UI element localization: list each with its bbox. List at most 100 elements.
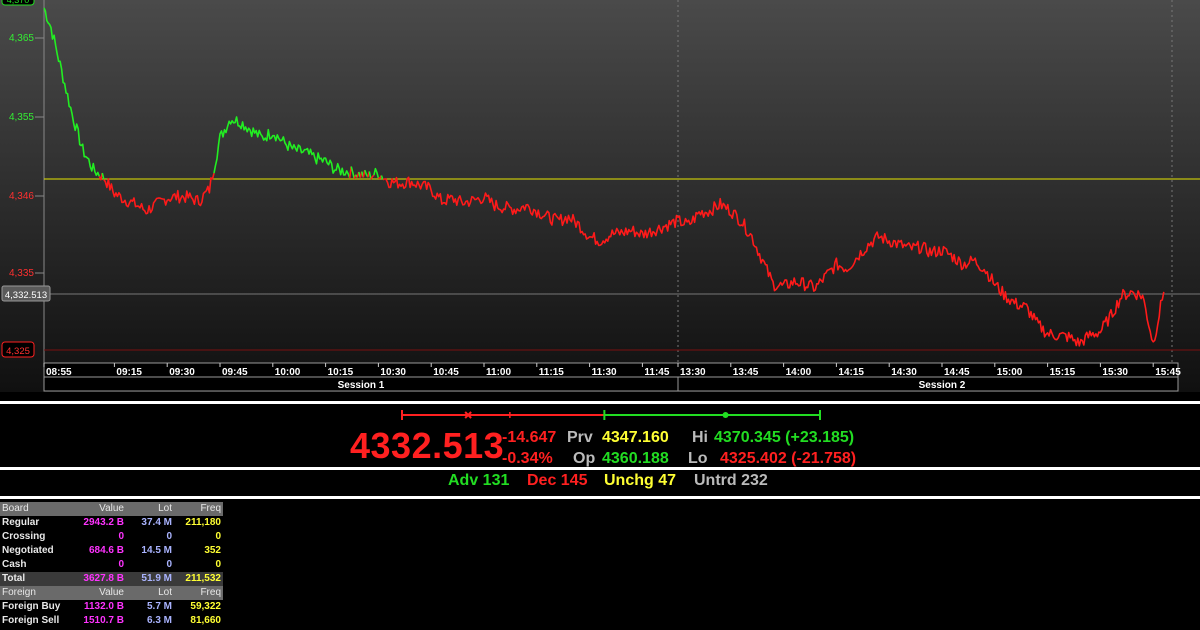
change-percent: -0.34% xyxy=(502,450,553,467)
high-badge-text: 4,370 xyxy=(7,0,30,5)
row-label: Foreign Sell xyxy=(2,615,60,626)
row-value: 0 xyxy=(118,531,124,542)
row-freq: 211,180 xyxy=(185,517,221,528)
range-open-mark xyxy=(722,412,729,418)
x-tick-label: 13:30 xyxy=(680,367,706,378)
x-tick-label: 10:45 xyxy=(433,367,459,378)
x-tick-label: 14:15 xyxy=(838,367,864,378)
total-freq: 211,532 xyxy=(174,572,223,586)
divider-middle xyxy=(0,467,1200,470)
y-tick-label: 4,335 xyxy=(9,268,34,279)
untraded: Untrd 232 xyxy=(694,472,768,489)
x-tick-label: 10:30 xyxy=(380,367,406,378)
table-row: Cash 0 0 0 xyxy=(0,558,223,572)
row-freq: 0 xyxy=(215,531,221,542)
x-tick-label: 11:45 xyxy=(644,367,669,378)
x-tick-label: 09:45 xyxy=(222,367,248,378)
x-tick-label: 15:15 xyxy=(1050,367,1076,378)
table-row: Regular 2943.2 B 37.4 M 211,180 xyxy=(0,516,223,530)
foreign-header-row: Foreign Value Lot Freq xyxy=(0,586,223,600)
high-label: Hi xyxy=(692,429,708,446)
total-lot: 51.9 M xyxy=(126,572,174,586)
row-value: 684.6 B xyxy=(88,545,124,556)
row-value: 2943.2 B xyxy=(83,517,124,528)
header-lot: Lot xyxy=(126,586,174,600)
row-value: 0 xyxy=(118,559,124,570)
x-tick-label: 10:00 xyxy=(275,367,301,378)
y-tick-label: 4,346 xyxy=(9,191,34,202)
open-value: 4360.188 xyxy=(602,450,669,467)
x-tick-label: 09:30 xyxy=(169,367,195,378)
row-value: 1510.7 B xyxy=(83,615,124,626)
divider-bottom xyxy=(0,496,1200,499)
x-tick-label: 14:30 xyxy=(891,367,917,378)
board-summary-table: Board Value Lot Freq Regular 2943.2 B 37… xyxy=(0,502,223,628)
low-badge-text: 4,325 xyxy=(6,346,30,357)
header-foreign: Foreign xyxy=(0,586,74,600)
x-tick-label: 11:30 xyxy=(592,367,617,378)
table-row: Foreign Buy 1132.0 B 5.7 M 59,322 xyxy=(0,600,223,614)
total-value: 3627.8 B xyxy=(74,572,126,586)
advancers: Adv 131 xyxy=(448,472,510,489)
intraday-index-chart: 4,365 4,355 4,346 4,335 4,332.513 4,325 4,370 0… xyxy=(0,0,1200,392)
y-tick-label: 4,355 xyxy=(9,112,34,123)
row-freq: 0 xyxy=(215,559,221,570)
last-price-badge-text: 4,332.513 xyxy=(5,290,47,301)
prev-label: Prv xyxy=(567,429,593,446)
table-row: Foreign Sell 1510.7 B 6.3 M 81,660 xyxy=(0,614,223,628)
table-row: Negotiated 684.6 B 14.5 M 352 xyxy=(0,544,223,558)
low-value: 4325.402 (-21.758) xyxy=(720,450,857,467)
x-tick-label: 11:15 xyxy=(539,367,564,378)
x-tick-label: 08:55 xyxy=(46,367,72,378)
row-lot: 6.3 M xyxy=(146,615,172,626)
row-lot: 0 xyxy=(166,559,172,570)
total-row: Total 3627.8 B 51.9 M 211,532 xyxy=(0,572,223,586)
header-freq: Freq xyxy=(174,586,223,600)
session-1-label: Session 1 xyxy=(338,380,385,391)
row-lot: 0 xyxy=(166,531,172,542)
row-lot: 14.5 M xyxy=(141,545,172,556)
divider-top xyxy=(0,401,1200,404)
x-tick-label: 15:30 xyxy=(1102,367,1128,378)
x-tick-label: 10:15 xyxy=(328,367,354,378)
row-value: 1132.0 B xyxy=(83,601,124,612)
header-freq: Freq xyxy=(174,502,223,516)
y-tick-label: 4,365 xyxy=(9,33,34,44)
session-2-label: Session 2 xyxy=(919,380,966,391)
x-tick-label: 09:15 xyxy=(116,367,142,378)
high-value: 4370.345 (+23.185) xyxy=(714,429,855,446)
x-tick-label: 14:00 xyxy=(786,367,812,378)
x-tick-label: 11:00 xyxy=(486,367,511,378)
x-tick-label: 13:45 xyxy=(733,367,759,378)
row-freq: 59,322 xyxy=(190,601,221,612)
index-summary xyxy=(0,407,1200,499)
unchanged: Unchg 47 xyxy=(604,472,677,489)
header-lot: Lot xyxy=(126,502,174,516)
header-value: Value xyxy=(74,586,126,600)
last-price: 4332.513 xyxy=(350,425,505,466)
day-range-bar xyxy=(401,410,821,420)
header-board: Board xyxy=(0,502,74,516)
change-value: -14.647 xyxy=(502,429,557,446)
table-row: Crossing 0 0 0 xyxy=(0,530,223,544)
low-label: Lo xyxy=(688,450,708,467)
decliners: Dec 145 xyxy=(527,472,588,489)
row-lot: 5.7 M xyxy=(146,601,172,612)
row-label: Regular xyxy=(2,517,40,528)
row-freq: 352 xyxy=(204,545,221,556)
row-label: Negotiated xyxy=(2,545,54,556)
prev-value: 4347.160 xyxy=(602,429,669,446)
row-freq: 81,660 xyxy=(190,615,221,626)
x-tick-label: 15:45 xyxy=(1155,367,1181,378)
row-lot: 37.4 M xyxy=(141,517,172,528)
total-label: Total xyxy=(0,572,74,586)
board-header-row: Board Value Lot Freq xyxy=(0,502,223,516)
row-label: Foreign Buy xyxy=(2,601,61,612)
row-label: Cash xyxy=(2,559,27,570)
open-label: Op xyxy=(573,450,596,467)
header-value: Value xyxy=(74,502,126,516)
row-label: Crossing xyxy=(2,531,46,542)
chart-background xyxy=(0,0,1200,392)
x-tick-label: 14:45 xyxy=(944,367,970,378)
x-tick-label: 15:00 xyxy=(997,367,1023,378)
